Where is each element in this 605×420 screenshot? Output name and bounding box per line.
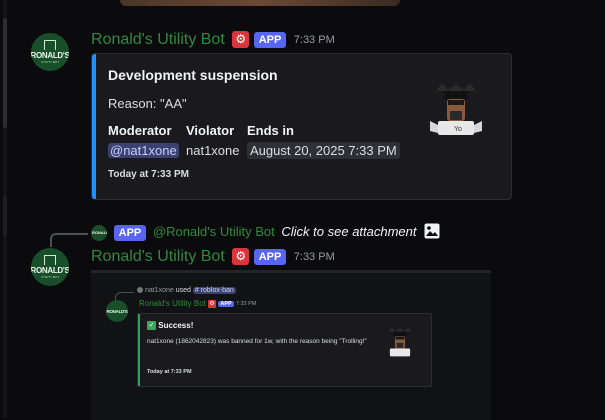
- previous-attachment-image[interactable]: [120, 0, 400, 6]
- bot-avatar[interactable]: RONALD'S UTILITY BOT: [31, 248, 69, 286]
- field-name: Ends in: [247, 123, 294, 138]
- scrollbar-thumb-secondary: [3, 196, 7, 236]
- mini-embed-accent-bar: [138, 314, 140, 386]
- avatar-logo-subtext: UTILITY BOT: [40, 275, 60, 279]
- roblox-avatar-thumbnail: Yo: [430, 83, 482, 135]
- embed-thumbnail[interactable]: Yo: [424, 81, 488, 145]
- field-moderator: Moderator @nat1xone: [108, 123, 179, 158]
- mini-reply-command: # roblox-ban: [192, 287, 236, 294]
- field-violator: Violator nat1xone: [186, 123, 240, 158]
- svg-text:Yo: Yo: [454, 126, 462, 133]
- logo-icon: [44, 255, 56, 265]
- avatar-logo-subtext: UTILITY BOT: [40, 60, 60, 64]
- check-icon: ✓: [147, 321, 156, 331]
- reply-app-tag: APP: [113, 224, 147, 241]
- mini-message-header: Ronald's Utility Bot ⚙ APP 7:33 PM: [139, 299, 256, 308]
- embed-accent-bar: [92, 54, 96, 199]
- reply-text[interactable]: Click to see attachment: [281, 224, 416, 239]
- timestamp[interactable]: 7:33 PM: [294, 251, 335, 263]
- mini-embed-title: Success!: [158, 321, 194, 330]
- username[interactable]: Ronald's Utility Bot: [91, 31, 225, 48]
- violator-value: nat1xone: [186, 143, 240, 158]
- mini-embed-footer: Today at 7:33 PM: [147, 369, 192, 375]
- embed-footer: Today at 7:33 PM: [108, 169, 189, 180]
- mini-avatar-logo-text: RONALD'S: [106, 308, 128, 314]
- embed-title: Development suspension: [108, 67, 278, 83]
- screenshot-attachment[interactable]: nat1xone used # roblox-ban RONALD'S Rona…: [91, 270, 491, 420]
- gear-icon: ⚙: [232, 248, 250, 266]
- mini-embed-description: nat1xone (1862042823) was banned for 1w,…: [147, 338, 367, 345]
- moderator-mention[interactable]: @nat1xone: [108, 143, 179, 158]
- field-name: Moderator: [108, 123, 172, 138]
- message-header: Ronald's Utility Bot ⚙ APP 7:33 PM: [91, 31, 335, 49]
- image-icon: [424, 223, 440, 242]
- mini-embed-title-row: ✓ Success!: [147, 321, 194, 331]
- reply-avatar: RONALD'S: [91, 224, 107, 241]
- mini-reply-used: used: [175, 287, 191, 294]
- mini-app-tag: APP: [218, 300, 234, 307]
- mini-reply-line: nat1xone used # roblox-ban: [137, 287, 236, 294]
- mini-embed-thumbnail: [382, 326, 418, 362]
- timestamp[interactable]: 7:33 PM: [294, 34, 335, 46]
- bot-avatar[interactable]: RONALD'S UTILITY BOT: [31, 33, 69, 71]
- message-header: Ronald's Utility Bot ⚙ APP 7:33 PM: [91, 248, 335, 266]
- reply-mention[interactable]: @Ronald's Utility Bot: [153, 224, 275, 239]
- reply-preview[interactable]: RONALD'S APP @Ronald's Utility Bot Click…: [91, 223, 440, 242]
- app-tag: APP: [253, 31, 287, 48]
- mini-bot-avatar: RONALD'S: [106, 300, 128, 322]
- username[interactable]: Ronald's Utility Bot: [91, 248, 225, 265]
- gear-icon: ⚙: [232, 31, 250, 49]
- roblox-avatar-thumbnail: [385, 327, 415, 357]
- suspension-embed: Development suspension Reason: "AA" Mode…: [91, 53, 512, 200]
- embed-reason: Reason: "AA": [108, 96, 187, 111]
- mini-gear-icon: ⚙: [208, 299, 217, 308]
- mini-embed: ✓ Success! nat1xone (1862042823) was ban…: [137, 313, 432, 387]
- scrollbar-thumb[interactable]: [3, 18, 7, 128]
- reply-connector: [50, 233, 88, 247]
- field-ends-in: Ends in August 20, 2025 7:33 PM: [247, 123, 400, 159]
- app-tag: APP: [253, 248, 287, 265]
- mini-reply-user: nat1xone: [144, 287, 174, 294]
- avatar-logo-text: RONALD'S: [31, 266, 69, 275]
- avatar-logo-text: RONALD'S: [31, 51, 69, 60]
- mini-username: Ronald's Utility Bot: [139, 299, 206, 308]
- mini-reply-avatar: [137, 287, 143, 294]
- field-name: Violator: [186, 123, 235, 138]
- mini-timestamp: 7:33 PM: [235, 300, 257, 307]
- ends-in-timestamp[interactable]: August 20, 2025 7:33 PM: [247, 142, 400, 159]
- logo-icon: [44, 40, 56, 50]
